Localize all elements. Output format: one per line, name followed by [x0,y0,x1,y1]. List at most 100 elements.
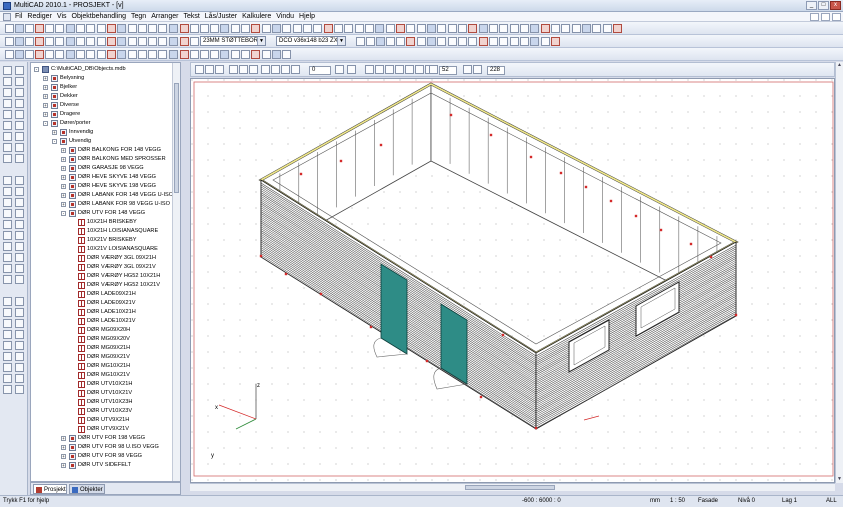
toolbar-tool-icon[interactable] [479,24,488,33]
toolbar-tool-icon[interactable] [355,24,364,33]
toolbar-tool-icon[interactable] [169,50,178,59]
expand-icon[interactable]: + [43,85,48,90]
toolbar-tool-icon[interactable] [210,24,219,33]
palette-tool-icon[interactable] [15,66,24,75]
palette-tool-icon[interactable] [15,374,24,383]
document-icon[interactable] [3,13,11,21]
toolbar-tool-icon[interactable] [592,24,601,33]
view-tool-icon[interactable] [215,65,224,74]
toolbar-tool-icon[interactable] [45,24,54,33]
toolbar-tool-icon[interactable] [530,24,539,33]
palette-tool-icon[interactable] [3,88,12,97]
toolbar-tool-icon[interactable] [35,37,44,46]
expand-icon[interactable]: + [61,175,66,180]
toolbar-tool-icon[interactable] [344,24,353,33]
toolbar-tool-icon[interactable] [220,50,229,59]
palette-tool-icon[interactable] [15,242,24,251]
toolbar-tool-icon[interactable] [448,24,457,33]
palette-tool-icon[interactable] [15,253,24,262]
toolbar-tool-icon[interactable] [169,37,178,46]
toolbar-tool-icon[interactable] [55,37,64,46]
view-tool-icon[interactable] [365,65,374,74]
toolbar-tool-icon[interactable] [241,24,250,33]
menu-las-juster[interactable]: Lås/Juster [205,12,237,22]
toolbar-tool-icon[interactable] [158,50,167,59]
door-1[interactable] [380,263,408,355]
toolbar-tool-icon[interactable] [489,24,498,33]
expand-icon[interactable]: + [61,436,66,441]
toolbar-tool-icon[interactable] [572,24,581,33]
expand-icon[interactable]: + [61,148,66,153]
palette-tool-icon[interactable] [3,275,12,284]
scroll-up-icon[interactable]: ▲ [836,62,843,69]
palette-tool-icon[interactable] [15,297,24,306]
toolbar-tool-icon[interactable] [582,24,591,33]
wall-type-select[interactable]: 23MM STØTTEBORD ▼ [200,36,266,46]
toolbar-tool-icon[interactable] [334,24,343,33]
toolbar-tool-icon[interactable] [448,37,457,46]
tab-objekter[interactable]: Objekter [69,484,105,494]
view-tool-icon[interactable] [405,65,414,74]
toolbar-tool-icon[interactable] [386,37,395,46]
toolbar-tool-icon[interactable] [148,37,157,46]
palette-tool-icon[interactable] [15,132,24,141]
toolbar-tool-icon[interactable] [468,24,477,33]
palette-tool-icon[interactable] [3,385,12,394]
toolbar-tool-icon[interactable] [138,50,147,59]
palette-tool-icon[interactable] [3,77,12,86]
palette-tool-icon[interactable] [15,209,24,218]
palette-tool-icon[interactable] [3,66,12,75]
expand-icon[interactable]: + [52,130,57,135]
palette-tool-icon[interactable] [15,154,24,163]
toolbar-tool-icon[interactable] [241,50,250,59]
toolbar-tool-icon[interactable] [138,37,147,46]
toolbar-tool-icon[interactable] [169,24,178,33]
menu-tegn[interactable]: Tegn [131,12,146,22]
palette-tool-icon[interactable] [15,121,24,130]
toolbar-tool-icon[interactable] [231,24,240,33]
toolbar-tool-icon[interactable] [190,24,199,33]
view-tool-icon[interactable] [429,65,438,74]
palette-tool-icon[interactable] [3,143,12,152]
toolbar-tool-icon[interactable] [510,24,519,33]
palette-tool-icon[interactable] [3,352,12,361]
palette-tool-icon[interactable] [15,319,24,328]
toolbar-tool-icon[interactable] [107,24,116,33]
toolbar-tool-icon[interactable] [499,37,508,46]
expand-icon[interactable]: + [61,463,66,468]
toolbar-tool-icon[interactable] [180,24,189,33]
toolbar-tool-icon[interactable] [76,24,85,33]
palette-tool-icon[interactable] [3,253,12,262]
toolbar-tool-icon[interactable] [282,50,291,59]
toolbar-tool-icon[interactable] [231,50,240,59]
toolbar-tool-icon[interactable] [520,24,529,33]
palette-tool-icon[interactable] [3,176,12,185]
menu-fil[interactable]: Fil [15,12,22,22]
toolbar-tool-icon[interactable] [251,24,260,33]
toolbar-tool-icon[interactable] [180,50,189,59]
menu-rediger[interactable]: Rediger [27,12,52,22]
palette-tool-icon[interactable] [15,110,24,119]
palette-tool-icon[interactable] [3,198,12,207]
view-tool-icon[interactable] [271,65,280,74]
toolbar-tool-icon[interactable] [76,50,85,59]
palette-tool-icon[interactable] [15,352,24,361]
palette-tool-icon[interactable] [3,264,12,273]
toolbar-tool-icon[interactable] [66,24,75,33]
view-tool-icon[interactable] [229,65,238,74]
menu-vis[interactable]: Vis [57,12,67,22]
toolbar-tool-icon[interactable] [97,50,106,59]
toolbar-tool-icon[interactable] [396,37,405,46]
palette-tool-icon[interactable] [15,308,24,317]
toolbar-tool-icon[interactable] [396,24,405,33]
scale-field[interactable]: 228 [487,66,505,75]
palette-tool-icon[interactable] [15,275,24,284]
toolbar-tool-icon[interactable] [15,37,24,46]
scroll-down-icon[interactable]: ▼ [836,476,843,483]
palette-tool-icon[interactable] [15,77,24,86]
toolbar-tool-icon[interactable] [376,37,385,46]
palette-tool-icon[interactable] [15,341,24,350]
toolbar-tool-icon[interactable] [437,24,446,33]
toolbar-tool-icon[interactable] [55,24,64,33]
toolbar-tool-icon[interactable] [5,50,14,59]
